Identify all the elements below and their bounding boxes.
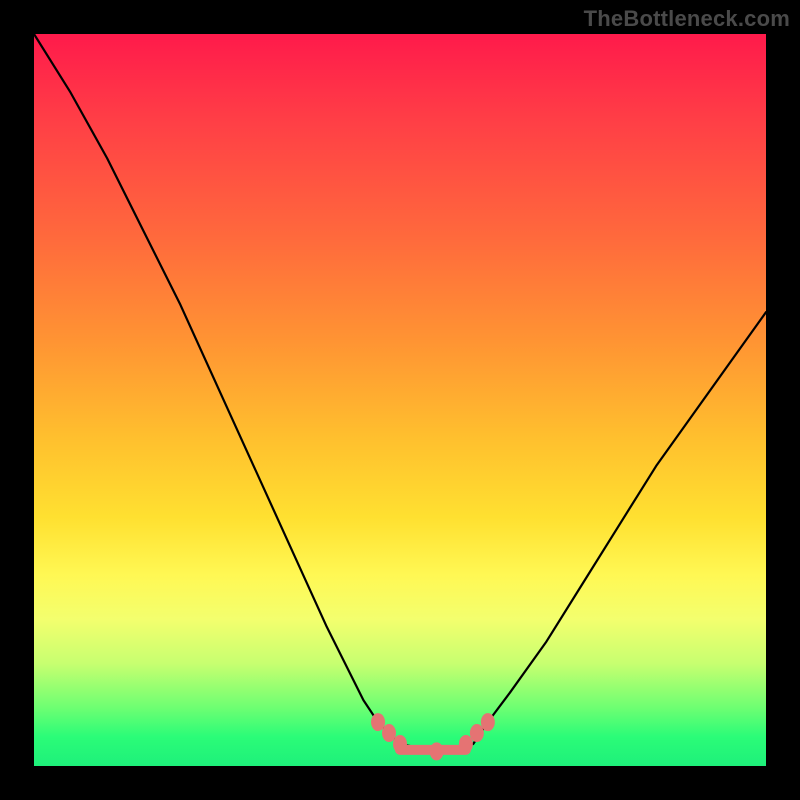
valley-marker — [470, 724, 484, 742]
valley-marker — [481, 713, 495, 731]
curve-line — [34, 34, 766, 751]
watermark-text: TheBottleneck.com — [584, 6, 790, 32]
plot-area — [34, 34, 766, 766]
valley-marker — [382, 724, 396, 742]
valley-markers — [371, 713, 495, 760]
valley-marker — [459, 735, 473, 753]
valley-marker — [430, 742, 444, 760]
valley-marker — [371, 713, 385, 731]
bottleneck-curve — [34, 34, 766, 766]
chart-frame: TheBottleneck.com — [0, 0, 800, 800]
valley-marker — [393, 735, 407, 753]
